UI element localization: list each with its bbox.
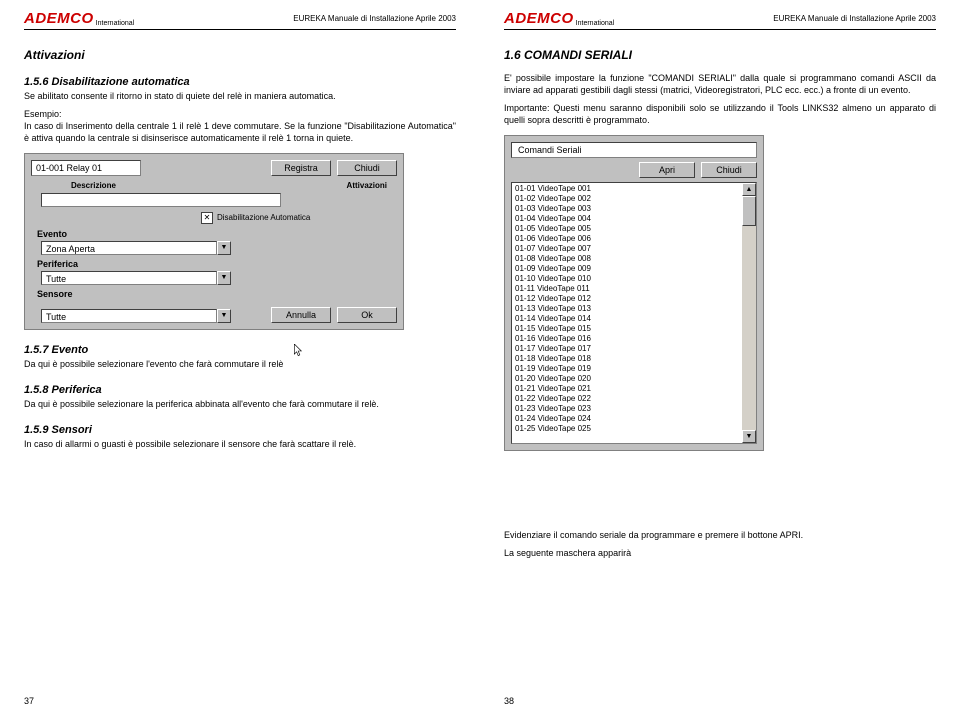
list-item[interactable]: 01-06 VideoTape 006 [515, 234, 739, 244]
apri-button[interactable]: Apri [639, 162, 695, 178]
relay-dialog: 01-001 Relay 01 Registra Chiudi Descrizi… [24, 153, 404, 330]
list-item[interactable]: 01-17 VideoTape 017 [515, 344, 739, 354]
checkbox-checked-icon: ✕ [201, 212, 213, 224]
page-right: ADEMCO International EUREKA Manuale di I… [480, 0, 960, 714]
page-number: 37 [24, 696, 34, 706]
section-title-comandi: 1.6 COMANDI SERIALI [504, 48, 936, 62]
heading-1-5-6: 1.5.6 Disabilitazione automatica [24, 76, 456, 88]
scroll-thumb[interactable] [742, 196, 756, 226]
registra-button[interactable]: Registra [271, 160, 331, 176]
comandi-seriali-dialog: Comandi Seriali Apri Chiudi 01-01 VideoT… [504, 135, 764, 451]
heading-1-5-7: 1.5.7 Evento [24, 344, 456, 356]
logo-sub: International [96, 20, 135, 27]
scroll-up-icon[interactable]: ▲ [742, 183, 756, 196]
para: Da qui è possibile selezionare la perife… [24, 398, 456, 410]
page-header: ADEMCO International EUREKA Manuale di I… [24, 10, 456, 30]
list-item[interactable]: 01-21 VideoTape 021 [515, 384, 739, 394]
page-header: ADEMCO International EUREKA Manuale di I… [504, 10, 936, 30]
chiudi-button[interactable]: Chiudi [337, 160, 397, 176]
label-evento: Evento [37, 229, 397, 239]
list-item[interactable]: 01-02 VideoTape 002 [515, 194, 739, 204]
sensore-value: Tutte [41, 309, 217, 323]
disabilitazione-checkbox[interactable]: ✕ Disabilitazione Automatica [201, 212, 397, 224]
label-descrizione: Descrizione [71, 181, 116, 190]
checkbox-label: Disabilitazione Automatica [217, 213, 310, 222]
annulla-button[interactable]: Annulla [271, 307, 331, 323]
logo-main: ADEMCO [24, 10, 94, 27]
para: E' possibile impostare la funzione "COMA… [504, 72, 936, 96]
dialog-title: Comandi Seriali [511, 142, 757, 158]
list-item[interactable]: 01-03 VideoTape 003 [515, 204, 739, 214]
list-item[interactable]: 01-08 VideoTape 008 [515, 254, 739, 264]
list-item[interactable]: 01-13 VideoTape 013 [515, 304, 739, 314]
para: La seguente maschera apparirà [504, 547, 936, 559]
list-item[interactable]: 01-07 VideoTape 007 [515, 244, 739, 254]
list-item[interactable]: 01-11 VideoTape 011 [515, 284, 739, 294]
logo-main: ADEMCO [504, 10, 574, 27]
list-item[interactable]: 01-15 VideoTape 015 [515, 324, 739, 334]
chevron-down-icon: ▼ [217, 271, 231, 285]
para: In caso di allarmi o guasti è possibile … [24, 438, 456, 450]
list-item[interactable]: 01-23 VideoTape 023 [515, 404, 739, 414]
periferica-select[interactable]: Tutte ▼ [41, 271, 231, 285]
section-title-attivazioni: Attivazioni [24, 48, 456, 62]
list-items-container: 01-01 VideoTape 00101-02 VideoTape 00201… [512, 183, 742, 443]
ok-button[interactable]: Ok [337, 307, 397, 323]
descrizione-field[interactable] [41, 193, 281, 207]
para: Esempio: [24, 108, 456, 120]
page-number: 38 [504, 696, 514, 706]
para: Evidenziare il comando seriale da progra… [504, 529, 936, 541]
list-item[interactable]: 01-12 VideoTape 012 [515, 294, 739, 304]
list-item[interactable]: 01-04 VideoTape 004 [515, 214, 739, 224]
chiudi-button[interactable]: Chiudi [701, 162, 757, 178]
doc-title: EUREKA Manuale di Installazione Aprile 2… [293, 14, 456, 23]
para: Se abilitato consente il ritorno in stat… [24, 90, 456, 102]
list-item[interactable]: 01-20 VideoTape 020 [515, 374, 739, 384]
list-item[interactable]: 01-10 VideoTape 010 [515, 274, 739, 284]
scroll-track[interactable] [742, 196, 756, 430]
list-item[interactable]: 01-25 VideoTape 025 [515, 424, 739, 434]
heading-1-5-9: 1.5.9 Sensori [24, 424, 456, 436]
scroll-down-icon[interactable]: ▼ [742, 430, 756, 443]
list-item[interactable]: 01-01 VideoTape 001 [515, 184, 739, 194]
list-item[interactable]: 01-16 VideoTape 016 [515, 334, 739, 344]
list-item[interactable]: 01-22 VideoTape 022 [515, 394, 739, 404]
page-left: ADEMCO International EUREKA Manuale di I… [0, 0, 480, 714]
logo-sub: International [576, 20, 615, 27]
label-periferica: Periferica [37, 259, 397, 269]
list-item[interactable]: 01-14 VideoTape 014 [515, 314, 739, 324]
label-sensore: Sensore [37, 289, 397, 299]
list-item[interactable]: 01-05 VideoTape 005 [515, 224, 739, 234]
relay-id-field[interactable]: 01-001 Relay 01 [31, 160, 141, 176]
comandi-listbox[interactable]: 01-01 VideoTape 00101-02 VideoTape 00201… [511, 182, 757, 444]
sensore-select[interactable]: Tutte ▼ [41, 309, 231, 323]
chevron-down-icon: ▼ [217, 241, 231, 255]
logo: ADEMCO International [504, 10, 614, 27]
scrollbar[interactable]: ▲ ▼ [742, 183, 756, 443]
chevron-down-icon: ▼ [217, 309, 231, 323]
periferica-value: Tutte [41, 271, 217, 285]
label-attivazioni: Attivazioni [347, 181, 387, 190]
para: In caso di Inserimento della centrale 1 … [24, 120, 456, 144]
heading-1-5-8: 1.5.8 Periferica [24, 384, 456, 396]
evento-value: Zona Aperta [41, 241, 217, 255]
list-item[interactable]: 01-19 VideoTape 019 [515, 364, 739, 374]
evento-select[interactable]: Zona Aperta ▼ [41, 241, 231, 255]
para: Importante: Questi menu saranno disponib… [504, 102, 936, 126]
logo: ADEMCO International [24, 10, 134, 27]
list-item[interactable]: 01-18 VideoTape 018 [515, 354, 739, 364]
para: Da qui è possibile selezionare l'evento … [24, 358, 456, 370]
list-item[interactable]: 01-09 VideoTape 009 [515, 264, 739, 274]
list-item[interactable]: 01-24 VideoTape 024 [515, 414, 739, 424]
doc-title: EUREKA Manuale di Installazione Aprile 2… [773, 14, 936, 23]
